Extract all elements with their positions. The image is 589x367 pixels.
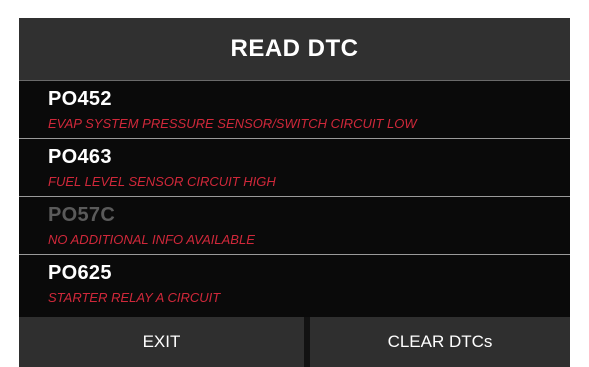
dtc-description: STARTER RELAY A CIRCUIT [48,290,221,305]
dtc-description: NO ADDITIONAL INFO AVAILABLE [48,232,255,247]
dtc-code: PO463 [48,146,112,168]
dtc-row-p0452[interactable]: PO452 EVAP SYSTEM PRESSURE SENSOR/SWITCH… [19,80,570,138]
dtc-code: PO452 [48,88,112,110]
dtc-description: EVAP SYSTEM PRESSURE SENSOR/SWITCH CIRCU… [48,116,417,131]
dtc-row-p0463[interactable]: PO463 FUEL LEVEL SENSOR CIRCUIT HIGH [19,138,570,196]
page-title: READ DTC [230,35,359,62]
dtc-list: PO452 EVAP SYSTEM PRESSURE SENSOR/SWITCH… [19,80,570,317]
exit-button[interactable]: EXIT [19,317,310,367]
clear-dtcs-button[interactable]: CLEAR DTCs [310,317,570,367]
dtc-row-p057c[interactable]: PO57C NO ADDITIONAL INFO AVAILABLE [19,196,570,254]
dtc-code: PO625 [48,262,112,284]
dtc-description: FUEL LEVEL SENSOR CIRCUIT HIGH [48,174,276,189]
dtc-row-p0625[interactable]: PO625 STARTER RELAY A CIRCUIT [19,254,570,317]
dtc-screen: READ DTC PO452 EVAP SYSTEM PRESSURE SENS… [19,18,570,367]
dtc-code: PO57C [48,204,116,226]
header-bar: READ DTC [19,18,570,80]
footer-bar: EXIT CLEAR DTCs [19,317,570,367]
